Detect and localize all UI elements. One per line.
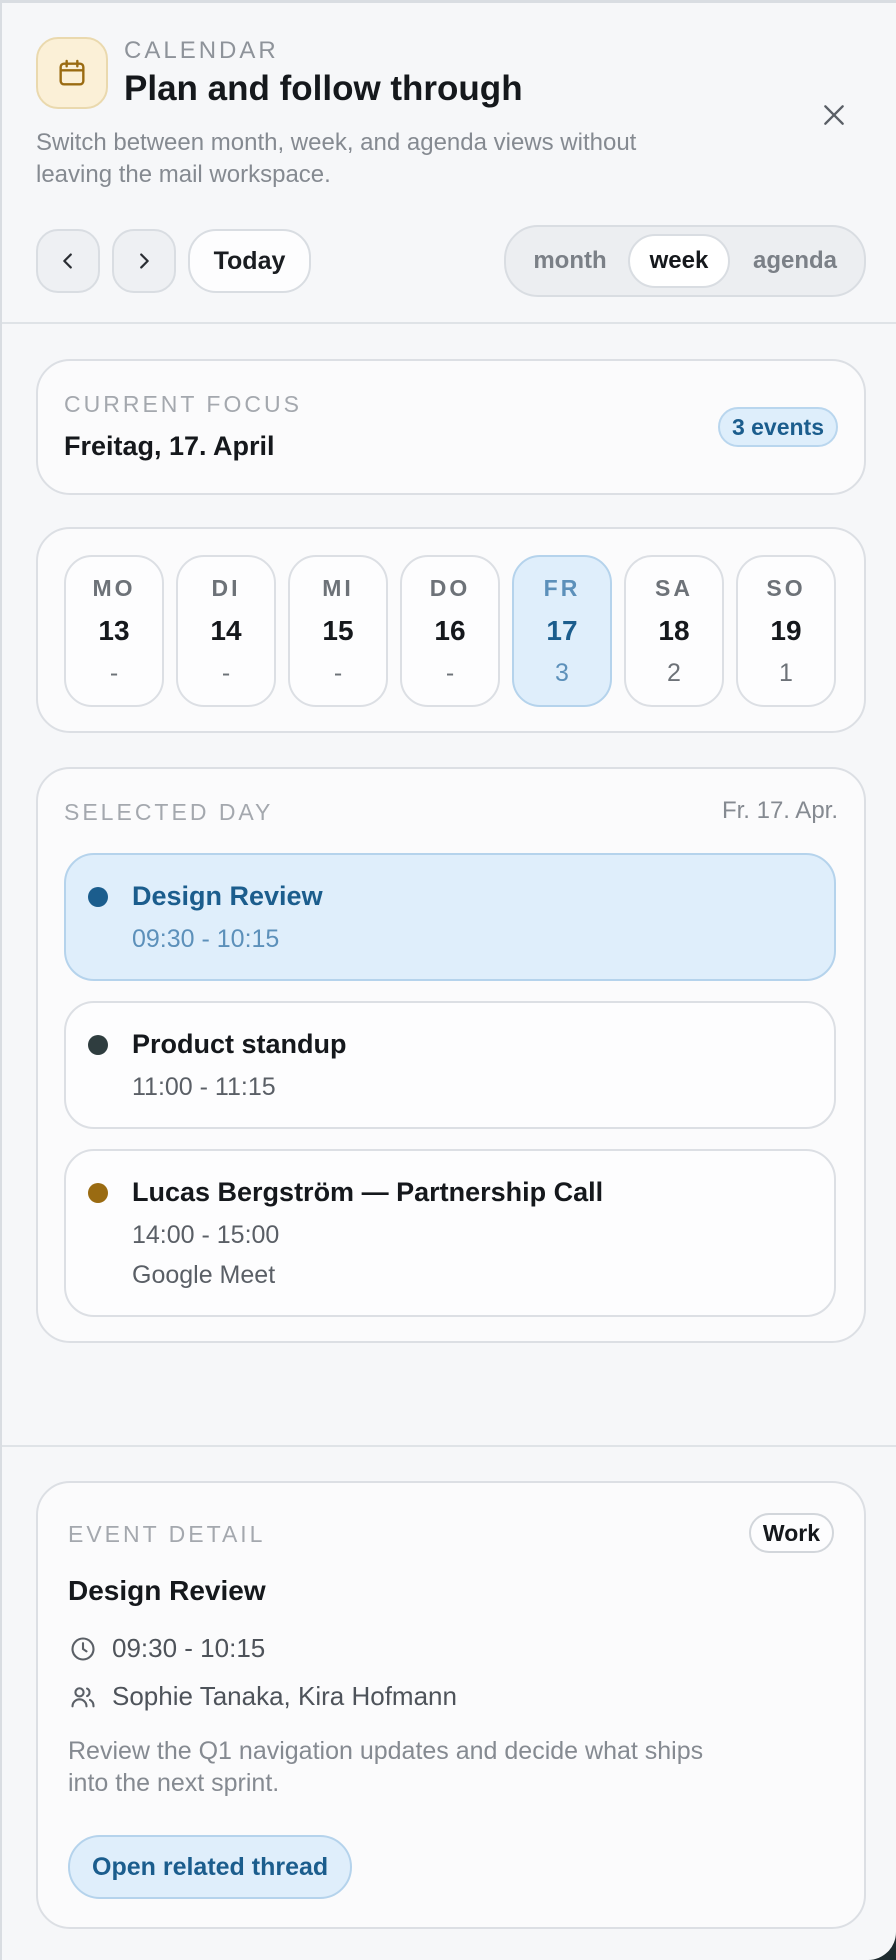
- event-detail-description: Review the Q1 navigation updates and dec…: [68, 1737, 704, 1797]
- day-number: 16: [434, 615, 466, 646]
- day-cell-do[interactable]: DO 16 -: [400, 555, 500, 707]
- event-title: Lucas Bergström — Partnership Call: [132, 1177, 604, 1207]
- day-number: 18: [658, 615, 690, 646]
- event-location: Google Meet: [132, 1261, 276, 1289]
- day-event-count: 3: [555, 659, 569, 687]
- event-title: Design Review: [132, 881, 323, 911]
- day-cell-mi[interactable]: MI 15 -: [288, 555, 388, 707]
- view-option-week[interactable]: week: [628, 234, 730, 288]
- day-weekday: MI: [322, 575, 354, 601]
- calendar-badge: [36, 37, 108, 109]
- view-option-month[interactable]: month: [520, 234, 620, 288]
- event-detail-title: Design Review: [68, 1575, 266, 1606]
- calendar-panel: CALENDAR Plan and follow through Switch …: [0, 0, 896, 1960]
- event-item-partnership-call[interactable]: Lucas Bergström — Partnership Call 14:00…: [64, 1149, 836, 1317]
- day-cell-fr[interactable]: FR 17 3: [512, 555, 612, 707]
- view-option-agenda[interactable]: agenda: [738, 234, 852, 288]
- day-weekday: SA: [655, 575, 693, 601]
- selected-day-card: SELECTED DAY Fr. 17. Apr. Design Review …: [36, 767, 866, 1343]
- next-button[interactable]: [112, 229, 176, 293]
- event-detail-time-row: 09:30 - 10:15: [68, 1633, 265, 1664]
- page-title: Plan and follow through: [124, 69, 523, 108]
- current-focus-label: CURRENT FOCUS: [64, 391, 302, 417]
- day-weekday: DO: [429, 575, 471, 601]
- event-color-dot: [88, 1183, 108, 1203]
- section-divider: [2, 1445, 896, 1447]
- day-event-count: -: [445, 659, 455, 687]
- chevron-right-icon: [140, 253, 149, 269]
- event-time: 14:00 - 15:00: [132, 1221, 280, 1249]
- close-button[interactable]: [814, 95, 854, 135]
- day-number: 19: [770, 615, 802, 646]
- day-number: 13: [98, 615, 130, 646]
- page-subtitle: Switch between month, week, and agenda v…: [36, 129, 637, 188]
- day-cell-so[interactable]: SO 19 1: [736, 555, 836, 707]
- people-icon: [68, 1682, 98, 1712]
- event-count-badge: 3 events: [717, 407, 838, 447]
- day-cell-mo[interactable]: MO 13 -: [64, 555, 164, 707]
- event-color-dot: [88, 887, 108, 907]
- event-detail-time: 09:30 - 10:15: [112, 1633, 266, 1663]
- calendar-eyebrow: CALENDAR: [124, 37, 279, 64]
- day-weekday: DI: [211, 575, 241, 601]
- event-item-product-standup[interactable]: Product standup 11:00 - 11:15: [64, 1001, 836, 1129]
- selected-day-label: SELECTED DAY: [64, 799, 274, 825]
- selected-day-date: Fr. 17. Apr.: [721, 797, 838, 824]
- event-title: Product standup: [132, 1029, 347, 1059]
- event-item-design-review[interactable]: Design Review 09:30 - 10:15: [64, 853, 836, 981]
- calendar-header: CALENDAR Plan and follow through Switch …: [2, 3, 896, 324]
- current-focus-date: Freitag, 17. April: [64, 431, 275, 461]
- day-weekday: SO: [766, 575, 806, 601]
- view-switcher: month week agenda: [504, 225, 866, 297]
- event-time: 09:30 - 10:15: [132, 925, 280, 953]
- day-number: 14: [210, 615, 242, 646]
- previous-button[interactable]: [36, 229, 100, 293]
- week-strip: MO 13 - DI 14 - MI 15 - DO 16 - FR 17 3 …: [36, 527, 866, 733]
- event-color-dot: [88, 1035, 108, 1055]
- event-detail-label: EVENT DETAIL: [68, 1521, 266, 1547]
- day-number: 17: [546, 615, 578, 646]
- day-cell-di[interactable]: DI 14 -: [176, 555, 276, 707]
- day-cell-sa[interactable]: SA 18 2: [624, 555, 724, 707]
- open-related-thread-button[interactable]: Open related thread: [68, 1835, 353, 1899]
- calendar-icon: [59, 59, 85, 86]
- event-detail-card: EVENT DETAIL Work Design Review 09:30 - …: [36, 1481, 866, 1929]
- day-weekday: MO: [92, 575, 136, 601]
- day-event-count: 1: [779, 659, 793, 687]
- day-event-count: -: [109, 659, 119, 687]
- current-focus-card: CURRENT FOCUS Freitag, 17. April 3 event…: [36, 359, 866, 495]
- category-tag: Work: [748, 1513, 834, 1553]
- chevron-left-icon: [63, 253, 72, 269]
- day-weekday: FR: [543, 575, 581, 601]
- event-detail-attendees-row: Sophie Tanaka, Kira Hofmann: [68, 1681, 457, 1712]
- day-number: 15: [322, 615, 354, 646]
- today-button[interactable]: Today: [188, 229, 311, 293]
- day-event-count: -: [221, 659, 231, 687]
- day-event-count: -: [333, 659, 343, 687]
- clock-icon: [68, 1634, 98, 1664]
- close-icon: [824, 105, 844, 125]
- day-event-count: 2: [667, 659, 681, 687]
- event-detail-attendees: Sophie Tanaka, Kira Hofmann: [112, 1681, 457, 1711]
- event-time: 11:00 - 11:15: [132, 1073, 276, 1101]
